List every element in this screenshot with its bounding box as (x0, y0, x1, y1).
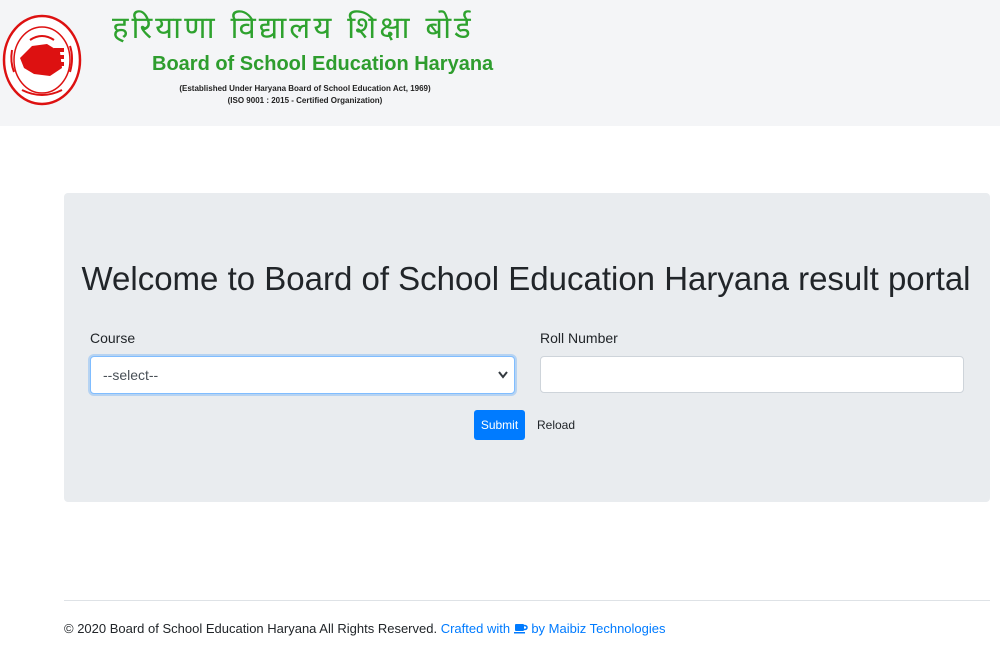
course-select-value: --select-- (103, 367, 159, 383)
hindi-board-title: हरियाणा विद्यालय शिक्षा बोर्ड (112, 10, 474, 46)
english-board-title: Board of School Education Haryana (152, 53, 494, 75)
chevron-down-icon (496, 357, 510, 393)
established-act-line: (Established Under Haryana Board of Scho… (179, 84, 431, 93)
course-label: Course (90, 330, 136, 346)
site-header: हरियाणा विद्यालय शिक्षा बोर्ड Board of S… (0, 0, 1000, 126)
submit-button[interactable]: Submit (474, 410, 525, 440)
course-select[interactable]: --select-- (90, 356, 515, 394)
crafted-with-link[interactable]: Crafted with (441, 621, 510, 636)
copyright-text: © 2020 Board of School Education Haryana… (64, 621, 438, 636)
roll-number-label: Roll Number (540, 330, 618, 346)
footer-divider (64, 600, 990, 601)
reload-button[interactable]: Reload (537, 416, 575, 434)
coffee-cup-icon (513, 621, 528, 640)
welcome-heading: Welcome to Board of School Education Har… (81, 260, 971, 297)
maibiz-technologies-link[interactable]: by Maibiz Technologies (531, 621, 665, 636)
site-footer: © 2020 Board of School Education Haryana… (64, 620, 666, 640)
iso-certification-line: (ISO 9001 : 2015 - Certified Organizatio… (227, 96, 383, 105)
roll-number-input[interactable] (540, 356, 964, 393)
result-form-panel (64, 193, 990, 502)
bseh-seal-logo (2, 14, 82, 106)
